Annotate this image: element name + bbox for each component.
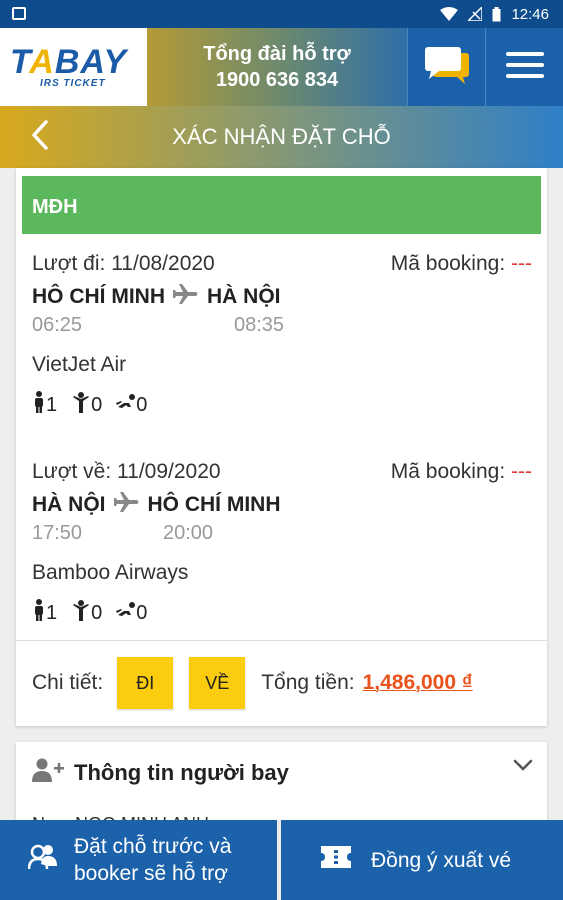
divider (16, 640, 547, 641)
users-icon (27, 844, 58, 877)
detail-label: Chi tiết: (32, 671, 104, 694)
return-airline: Bamboo Airways (32, 561, 189, 584)
return-booking-code: Mã booking: --- (390, 460, 532, 483)
return-date: Lượt về: 11/09/2020 (32, 460, 221, 483)
page-title: XÁC NHẬN ĐẶT CHỖ (172, 124, 391, 149)
logo-tagline: IRS TICKET (40, 77, 106, 89)
wifi-icon (440, 7, 459, 21)
return-from: HÀ NỘI (32, 493, 106, 516)
hotline-label: Tổng đài hỗ trợ (203, 43, 351, 65)
infant-count: 0 (136, 393, 148, 416)
outbound-to: HÀ NỘI (207, 285, 281, 308)
hotline-number: 1900 636 834 (215, 69, 339, 91)
outbound-route: HÔ CHÍ MINH HÀ NỘI (32, 284, 532, 310)
adult-count: 1 (46, 393, 58, 416)
battery-icon (492, 6, 501, 22)
adult-icon (32, 599, 46, 627)
child-count: 0 (91, 601, 103, 624)
outbound-leg: Lượt đi: 11/08/2020 Mã booking: --- HÔ C… (32, 252, 532, 419)
status-bar: 12:46 (0, 0, 563, 28)
passenger-info-card[interactable]: Thông tin người bay Nam NGO MINH ANH (16, 742, 547, 834)
booking-card: MĐH Lượt đi: 11/08/2020 Mã booking: --- … (16, 168, 547, 726)
chevron-left-icon (31, 119, 49, 155)
outbound-depart-time: 06:25 (32, 314, 83, 336)
nav-bar: XÁC NHẬN ĐẶT CHỖ (0, 106, 563, 168)
airplane-icon (172, 284, 199, 310)
outbound-from: HÔ CHÍ MINH (32, 285, 165, 308)
return-route: HÀ NỘI HÔ CHÍ MINH (32, 492, 532, 518)
reserve-with-booker-button[interactable]: Đặt chỗ trước và booker sẽ hỗ trợ (0, 820, 281, 900)
outbound-booking-code: Mã booking: --- (390, 252, 532, 275)
return-to: HÔ CHÍ MINH (147, 493, 281, 516)
detail-row: Chi tiết: ĐI VỀ Tổng tiền: 1,486,000 ₫ (32, 657, 537, 709)
outbound-airline: VietJet Air (32, 353, 127, 376)
infant-count: 0 (136, 601, 148, 624)
chat-button[interactable] (407, 28, 485, 106)
hotline-banner[interactable]: Tổng đài hỗ trợ 1900 636 834 (147, 28, 407, 106)
child-icon (71, 391, 91, 419)
logo[interactable]: TABAY IRS TICKET (0, 28, 147, 106)
notification-icon (12, 7, 26, 20)
menu-button[interactable] (485, 28, 563, 106)
total-label: Tổng tiền: (261, 671, 355, 694)
order-code-header: MĐH (22, 176, 541, 234)
ticket-icon (321, 845, 351, 875)
passenger-info-title: Thông tin người bay (74, 760, 289, 785)
hamburger-icon (505, 51, 544, 84)
return-passenger-counts: 1 0 0 (32, 599, 532, 627)
outbound-date: Lượt đi: 11/08/2020 (32, 252, 215, 275)
issue-ticket-button[interactable]: Đồng ý xuất vé (281, 820, 563, 900)
return-leg: Lượt về: 11/09/2020 Mã booking: --- HÀ N… (32, 460, 532, 627)
chat-icon (423, 45, 471, 90)
total-price: 1,486,000 ₫ (362, 671, 473, 694)
child-count: 0 (91, 393, 103, 416)
adult-icon (32, 391, 46, 419)
no-signal-icon (468, 7, 483, 21)
infant-icon (116, 601, 136, 625)
add-user-icon (32, 758, 64, 788)
app-header: TABAY IRS TICKET Tổng đài hỗ trợ 1900 63… (0, 28, 563, 106)
return-depart-time: 17:50 (32, 522, 83, 544)
reserve-line-2: booker sẽ hỗ trợ (74, 862, 228, 885)
reserve-line-1: Đặt chỗ trước và (74, 835, 232, 858)
outbound-passenger-counts: 1 0 0 (32, 391, 532, 419)
issue-ticket-label: Đồng ý xuất vé (371, 848, 512, 872)
child-icon (71, 599, 91, 627)
status-time: 12:46 (511, 5, 549, 23)
adult-count: 1 (46, 601, 58, 624)
outbound-detail-button[interactable]: ĐI (117, 657, 174, 709)
return-detail-button[interactable]: VỀ (189, 657, 246, 709)
return-arrive-time: 20:00 (163, 522, 214, 544)
logo-wordmark: TABAY (10, 42, 128, 81)
back-button[interactable] (22, 118, 58, 156)
bottom-action-bar: Đặt chỗ trước và booker sẽ hỗ trợ Đồng ý… (0, 820, 563, 900)
infant-icon (116, 393, 136, 417)
airplane-icon (112, 492, 140, 518)
chevron-down-icon[interactable] (513, 758, 533, 777)
outbound-arrive-time: 08:35 (234, 314, 285, 336)
